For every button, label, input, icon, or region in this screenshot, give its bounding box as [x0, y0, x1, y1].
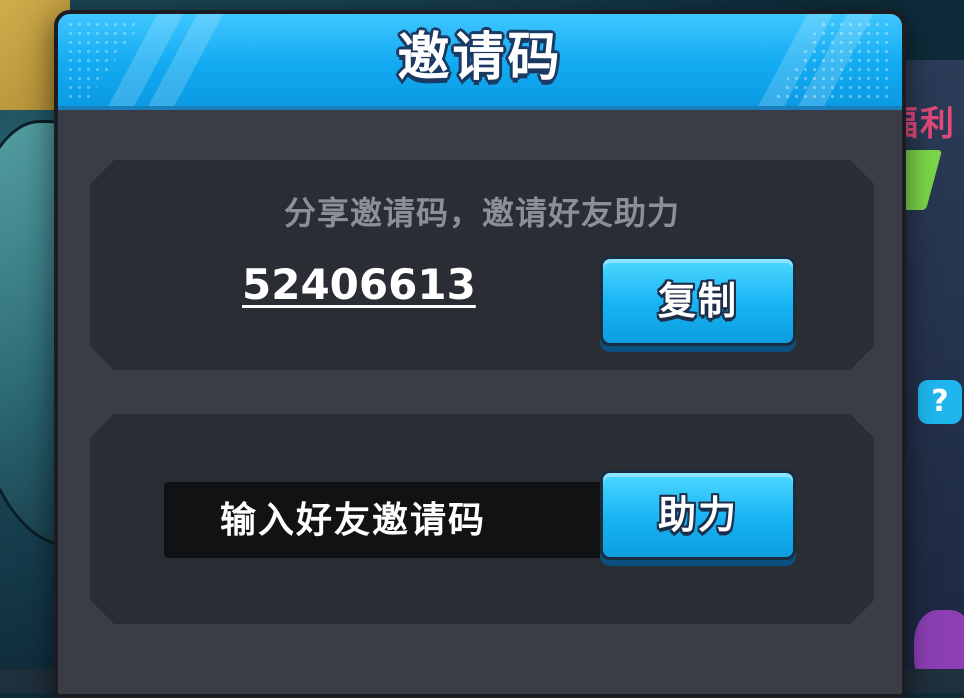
friend-code-input-box: [164, 482, 604, 558]
dialog-header: 邀请码: [58, 14, 902, 110]
friend-code-input[interactable]: [164, 482, 604, 558]
my-invite-code[interactable]: 52406613: [242, 260, 476, 309]
assist-button[interactable]: 助力: [600, 470, 796, 560]
dialog-title: 邀请码: [397, 28, 563, 88]
background-help-badge: ?: [918, 380, 962, 424]
invite-code-dialog: 邀请码 分享邀请码，邀请好友助力 52406613 复制 助力: [54, 10, 906, 698]
share-code-section: 分享邀请码，邀请好友助力 52406613 复制: [90, 160, 874, 370]
redeem-code-section: 助力: [90, 414, 874, 624]
share-hint-text: 分享邀请码，邀请好友助力: [283, 194, 680, 232]
copy-button[interactable]: 复制: [600, 256, 796, 346]
